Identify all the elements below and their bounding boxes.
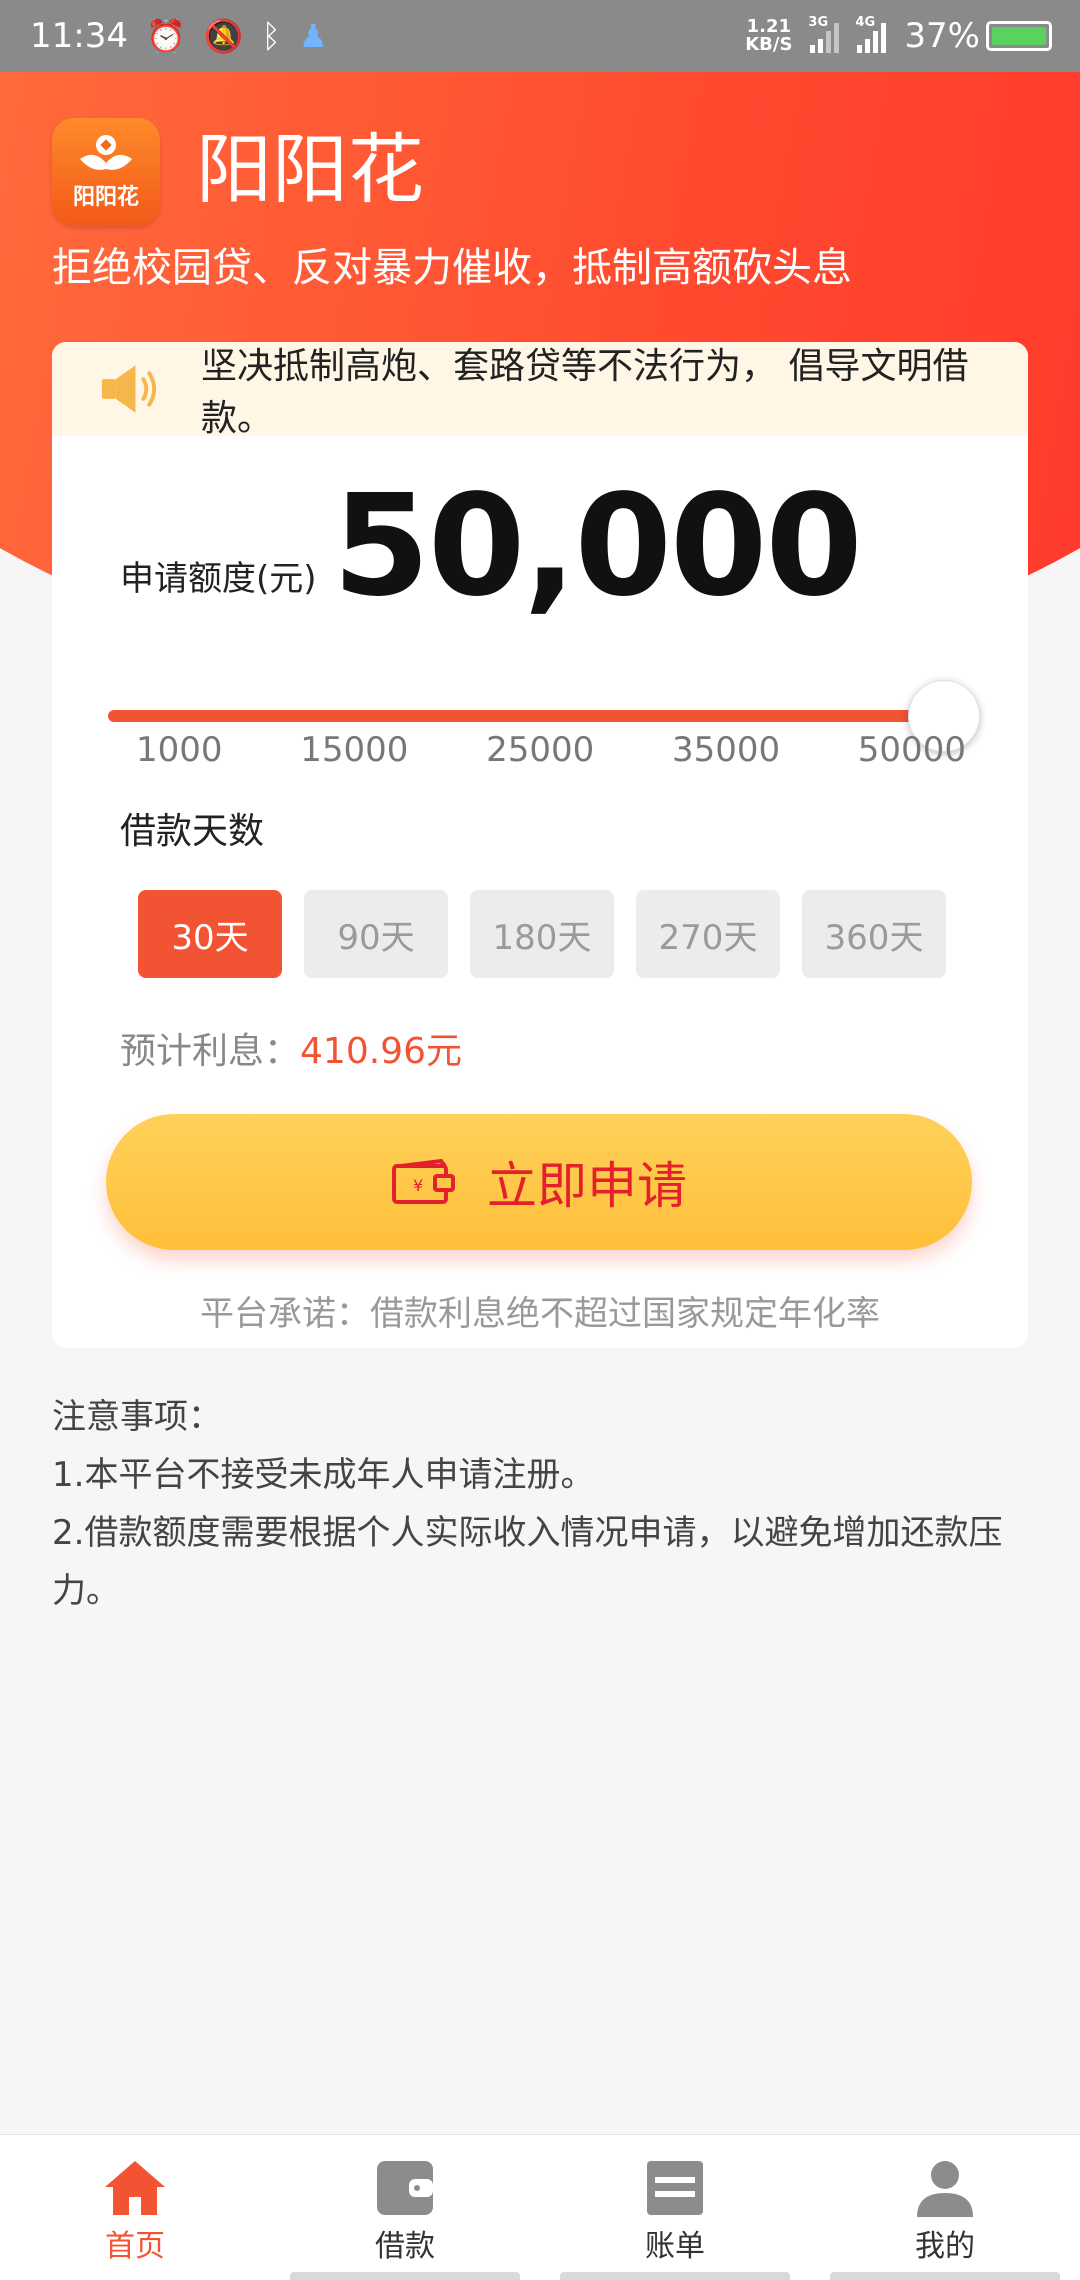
slider-track[interactable] — [108, 710, 938, 722]
qq-icon: ♟ — [298, 17, 328, 55]
day-option-30[interactable]: 30天 — [138, 890, 282, 978]
interest-value: 410.96元 — [300, 1031, 462, 1072]
network-speed: 1.21 KB/S — [745, 16, 793, 55]
tab-underline — [560, 2272, 790, 2280]
apply-now-label: 立即申请 — [487, 1157, 687, 1215]
slider-tick: 50000 — [857, 730, 966, 770]
status-left: 11:34 ⏰ 🔕 ᛒ ♟ — [30, 16, 328, 56]
status-right: 1.21 KB/S 3G 4G 37% — [745, 15, 1052, 56]
loan-days-label: 借款天数 — [120, 811, 265, 852]
home-icon — [105, 2161, 165, 2215]
app-title: 阳阳花 — [196, 125, 424, 214]
tab-underline — [830, 2272, 1060, 2280]
notes-item: 2.借款额度需要根据个人实际收入情况申请，以避免增加还款压力。 — [52, 1513, 1003, 1611]
slider-ticks: 1000 15000 25000 35000 50000 — [136, 730, 966, 770]
loan-card: 坚决抵制高炮、套路贷等不法行为， 倡导文明借款。 申请额度(元) 50,000 … — [52, 342, 1028, 1348]
slider-tick: 35000 — [671, 730, 781, 770]
bluetooth-icon: ᛒ — [261, 17, 281, 55]
battery-indicator: 37% — [904, 16, 1052, 56]
amount-value: 50,000 — [332, 465, 863, 628]
day-option-360[interactable]: 360天 — [802, 890, 946, 978]
slider-tick: 15000 — [300, 730, 409, 770]
mute-bell-icon: 🔕 — [203, 17, 244, 55]
alarm-icon: ⏰ — [145, 17, 186, 55]
tab-bill[interactable]: 账单 — [540, 2135, 810, 2280]
loan-home-page: 11:34 ⏰ 🔕 ᛒ ♟ 1.21 KB/S 3G 4G 37% 阳阳花 阳阳… — [0, 0, 1080, 2280]
bill-icon — [647, 2161, 703, 2215]
flower-logo-icon — [80, 135, 132, 170]
battery-percent: 37% — [904, 16, 980, 56]
money-wallet-icon: ¥ — [392, 1158, 455, 1204]
logo-text: 阳阳花 — [72, 185, 139, 210]
signal-4g-icon: 4G — [855, 15, 887, 53]
day-option-90[interactable]: 90天 — [304, 890, 448, 978]
bottom-tab-bar: 首页 借款 账单 我的 — [0, 2134, 1080, 2280]
notice-banner: 坚决抵制高炮、套路贷等不法行为， 倡导文明借款。 — [52, 342, 1028, 439]
tab-loan[interactable]: 借款 — [270, 2135, 540, 2280]
tab-label: 借款 — [375, 2229, 435, 2264]
signal-3g-icon: 3G — [808, 15, 840, 53]
notes-title: 注意事项： — [52, 1397, 222, 1437]
speaker-icon — [101, 365, 157, 413]
loan-days-options: 30天 90天 180天 270天 360天 — [138, 890, 946, 978]
day-option-180[interactable]: 180天 — [470, 890, 614, 978]
notice-text: 坚决抵制高炮、套路贷等不法行为， 倡导文明借款。 — [201, 346, 969, 439]
app-logo: 阳阳花 — [52, 118, 160, 226]
tab-label: 账单 — [645, 2229, 705, 2264]
battery-icon — [986, 21, 1052, 51]
platform-promise: 平台承诺：借款利息绝不超过国家规定年化率 — [200, 1294, 880, 1334]
status-bar: 11:34 ⏰ 🔕 ᛒ ♟ 1.21 KB/S 3G 4G 37% — [0, 0, 1080, 72]
wallet-icon — [377, 2161, 433, 2215]
tab-label: 首页 — [105, 2229, 165, 2264]
notes-item: 1.本平台不接受未成年人申请注册。 — [52, 1455, 595, 1495]
tab-underline — [290, 2272, 520, 2280]
status-time: 11:34 — [30, 16, 128, 56]
day-option-270[interactable]: 270天 — [636, 890, 780, 978]
amount-label: 申请额度(元) — [120, 559, 317, 599]
slider-tick: 1000 — [136, 730, 223, 770]
amount-row: 申请额度(元) 50,000 — [120, 465, 863, 628]
tab-profile[interactable]: 我的 — [810, 2135, 1080, 2280]
tab-label: 我的 — [915, 2229, 975, 2264]
apply-now-button[interactable]: ¥ 立即申请 — [106, 1114, 972, 1250]
battery-fill — [992, 27, 1046, 45]
svg-text:¥: ¥ — [413, 1176, 423, 1195]
slider-tick: 25000 — [486, 730, 595, 770]
profile-icon — [917, 2161, 973, 2217]
estimated-interest: 预计利息：410.96元 — [120, 1022, 462, 1074]
tab-home[interactable]: 首页 — [0, 2135, 270, 2280]
notes-section: 注意事项： 1.本平台不接受未成年人申请注册。 2.借款额度需要根据个人实际收入… — [52, 1388, 1032, 1620]
interest-label: 预计利息： — [120, 1031, 301, 1072]
app-slogan: 拒绝校园贷、反对暴力催收，抵制高额砍头息 — [52, 245, 852, 291]
